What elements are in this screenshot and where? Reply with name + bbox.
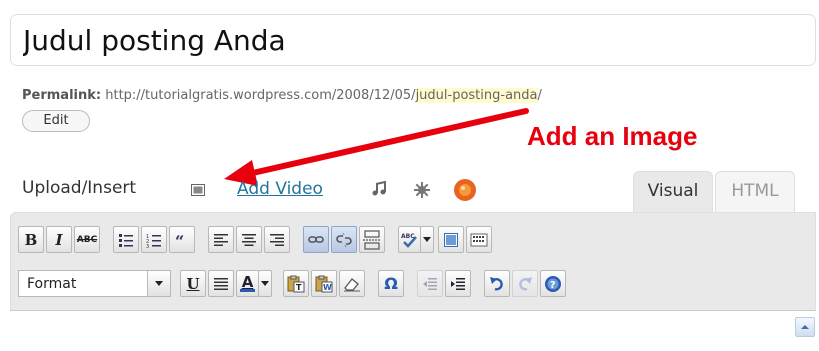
chevron-down-icon	[155, 280, 163, 286]
indent-button[interactable]	[445, 270, 471, 297]
text-color-swatch	[240, 289, 255, 292]
svg-text:“: “	[175, 232, 184, 248]
add-media-icon[interactable]	[413, 181, 431, 203]
paste-word-icon: W	[315, 275, 333, 292]
align-center-icon	[242, 233, 256, 246]
spellcheck-icon: ABC	[401, 233, 417, 248]
post-content-area[interactable]	[10, 310, 816, 351]
insert-more-tag-button[interactable]	[359, 226, 385, 253]
help-button[interactable]: ?	[540, 270, 566, 297]
chevron-down-icon	[423, 236, 431, 242]
annotation-text: Add an Image	[527, 121, 698, 151]
bullet-list-icon	[119, 233, 133, 247]
align-justify-icon	[214, 277, 228, 290]
add-video-link[interactable]: Add Video	[237, 179, 323, 199]
kitchen-sink-toggle-button[interactable]	[466, 226, 492, 253]
upload-insert-label: Upload/Insert	[22, 178, 137, 198]
more-tag-icon	[363, 229, 381, 250]
align-center-button[interactable]	[236, 226, 262, 253]
spellcheck-button[interactable]: ABC	[398, 226, 421, 253]
numbered-list-button[interactable]: 123	[141, 226, 167, 253]
numbered-list-icon: 123	[146, 234, 161, 248]
svg-text:?: ?	[550, 280, 556, 291]
add-image-icon[interactable]	[190, 182, 206, 202]
permalink-url-suffix: /	[537, 88, 542, 103]
format-select-label: Format	[27, 276, 77, 292]
bullet-list-button[interactable]	[113, 226, 139, 253]
undo-button[interactable]	[484, 270, 510, 297]
kitchen-sink-icon	[470, 233, 488, 246]
bold-label: B	[24, 230, 38, 249]
bold-button[interactable]: B	[18, 226, 44, 253]
italic-button[interactable]: I	[46, 226, 72, 253]
link-icon	[308, 235, 324, 243]
format-dropdown-arrow[interactable]	[147, 271, 170, 296]
permalink-row: Permalink: http://tutorialgratis.wordpre…	[22, 88, 542, 103]
outdent-button[interactable]	[417, 270, 443, 297]
text-color-label: A	[241, 273, 254, 291]
quote-icon: “	[175, 232, 184, 248]
chevron-up-icon	[801, 325, 809, 329]
permalink-edit-button[interactable]: Edit	[22, 110, 90, 132]
special-character-button[interactable]: Ω	[378, 270, 404, 297]
paste-text-icon: T	[287, 275, 305, 292]
justify-button[interactable]	[208, 270, 234, 297]
text-color-dropdown-button[interactable]	[258, 270, 272, 297]
strikethrough-label: ABC	[76, 234, 98, 245]
fullscreen-button[interactable]	[438, 226, 464, 253]
redo-button[interactable]	[512, 270, 538, 297]
paste-text-button[interactable]: T	[283, 270, 309, 297]
polldaddy-icon[interactable]	[453, 178, 477, 206]
add-audio-icon[interactable]	[371, 180, 387, 201]
redo-icon	[519, 276, 532, 290]
svg-text:3: 3	[146, 244, 149, 248]
underline-button[interactable]: U	[180, 270, 206, 297]
insert-link-button[interactable]	[303, 226, 329, 253]
svg-text:W: W	[323, 283, 332, 292]
permalink-label: Permalink:	[22, 88, 102, 103]
align-left-icon	[214, 233, 228, 246]
text-color-button[interactable]: A	[236, 270, 259, 297]
strikethrough-button[interactable]: ABC	[74, 226, 100, 253]
eraser-icon	[344, 277, 360, 291]
post-title-field[interactable]	[10, 14, 816, 66]
undo-icon	[490, 276, 503, 290]
unlink-button[interactable]	[331, 226, 357, 253]
align-right-button[interactable]	[264, 226, 290, 253]
remove-format-button[interactable]	[339, 270, 365, 297]
indent-icon	[451, 277, 465, 290]
blockquote-button[interactable]: “	[169, 226, 195, 253]
tab-visual[interactable]: Visual	[633, 171, 713, 213]
help-icon: ?	[545, 275, 561, 292]
spellcheck-dropdown-button[interactable]	[420, 226, 434, 253]
tab-html[interactable]: HTML	[715, 171, 795, 213]
align-left-button[interactable]	[208, 226, 234, 253]
chevron-down-icon	[261, 280, 269, 286]
permalink-url-prefix: http://tutorialgratis.wordpress.com/2008…	[105, 88, 416, 103]
paste-word-button[interactable]: W	[311, 270, 337, 297]
svg-text:T: T	[296, 283, 302, 292]
post-title-input[interactable]	[11, 15, 815, 65]
outdent-icon	[423, 277, 437, 290]
italic-label: I	[55, 230, 63, 249]
underline-label: U	[186, 274, 200, 293]
unlink-icon	[336, 232, 352, 247]
align-right-icon	[270, 233, 284, 246]
scroll-up-button[interactable]	[795, 317, 815, 337]
omega-icon: Ω	[384, 274, 398, 293]
format-select[interactable]: Format	[18, 270, 171, 297]
permalink-slug[interactable]: judul-posting-anda	[415, 88, 538, 103]
fullscreen-icon	[444, 232, 458, 247]
